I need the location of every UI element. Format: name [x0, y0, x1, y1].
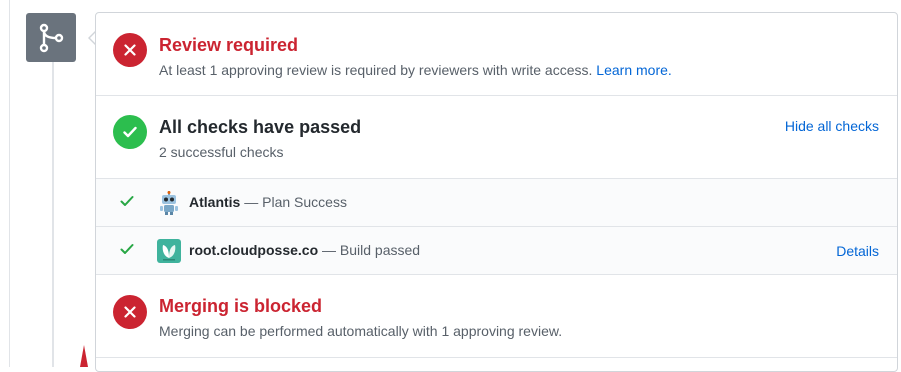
check-row-atlantis: Atlantis — Plan Success — [96, 179, 897, 227]
error-status-icon — [113, 295, 147, 329]
review-required-title: Review required — [159, 35, 299, 55]
timeline-red-marker — [80, 345, 88, 367]
page-left-border — [9, 0, 10, 367]
check-status: Build passed — [339, 242, 421, 258]
check-description: root.cloudposse.co — Build passed — [189, 242, 420, 258]
check-status: Plan Success — [262, 194, 347, 210]
check-separator: — — [244, 194, 259, 210]
hide-all-checks-link[interactable]: Hide all checks — [785, 117, 879, 135]
check-icon — [120, 244, 134, 254]
checks-summary-subtitle: 2 successful checks — [159, 144, 284, 160]
details-link[interactable]: Details — [836, 242, 879, 260]
merging-blocked-section: Merging is blocked Merging can be perfor… — [96, 275, 897, 358]
timeline-line — [52, 62, 54, 367]
learn-more-link[interactable]: Learn more. — [596, 62, 671, 78]
check-icon — [123, 126, 137, 138]
check-icon — [120, 196, 134, 206]
atlantis-robot-icon — [160, 191, 178, 215]
success-status-icon — [113, 115, 147, 149]
git-merge-badge — [26, 13, 76, 62]
merging-blocked-title: Merging is blocked — [159, 296, 323, 316]
x-icon — [124, 44, 136, 56]
git-merge-icon — [39, 23, 64, 52]
codefresh-leaf-icon — [157, 239, 181, 263]
checks-summary-title: All checks have passed — [159, 117, 362, 137]
checks-summary-section: All checks have passed 2 successful chec… — [96, 96, 897, 179]
check-name: Atlantis — [189, 194, 241, 210]
merging-blocked-message: Merging can be performed automatically w… — [159, 323, 563, 339]
check-row-cloudposse: root.cloudposse.co — Build passed Detail… — [96, 227, 897, 275]
x-icon — [124, 306, 136, 318]
check-description: Atlantis — Plan Success — [189, 194, 347, 210]
error-status-icon — [113, 33, 147, 67]
review-required-text: At least 1 approving review is required … — [159, 62, 593, 78]
merge-status-panel: Review required At least 1 approving rev… — [95, 12, 898, 372]
review-required-section: Review required At least 1 approving rev… — [96, 13, 897, 96]
check-name: root.cloudposse.co — [189, 242, 319, 258]
check-separator: — — [322, 242, 337, 258]
review-required-message: At least 1 approving review is required … — [159, 61, 672, 79]
